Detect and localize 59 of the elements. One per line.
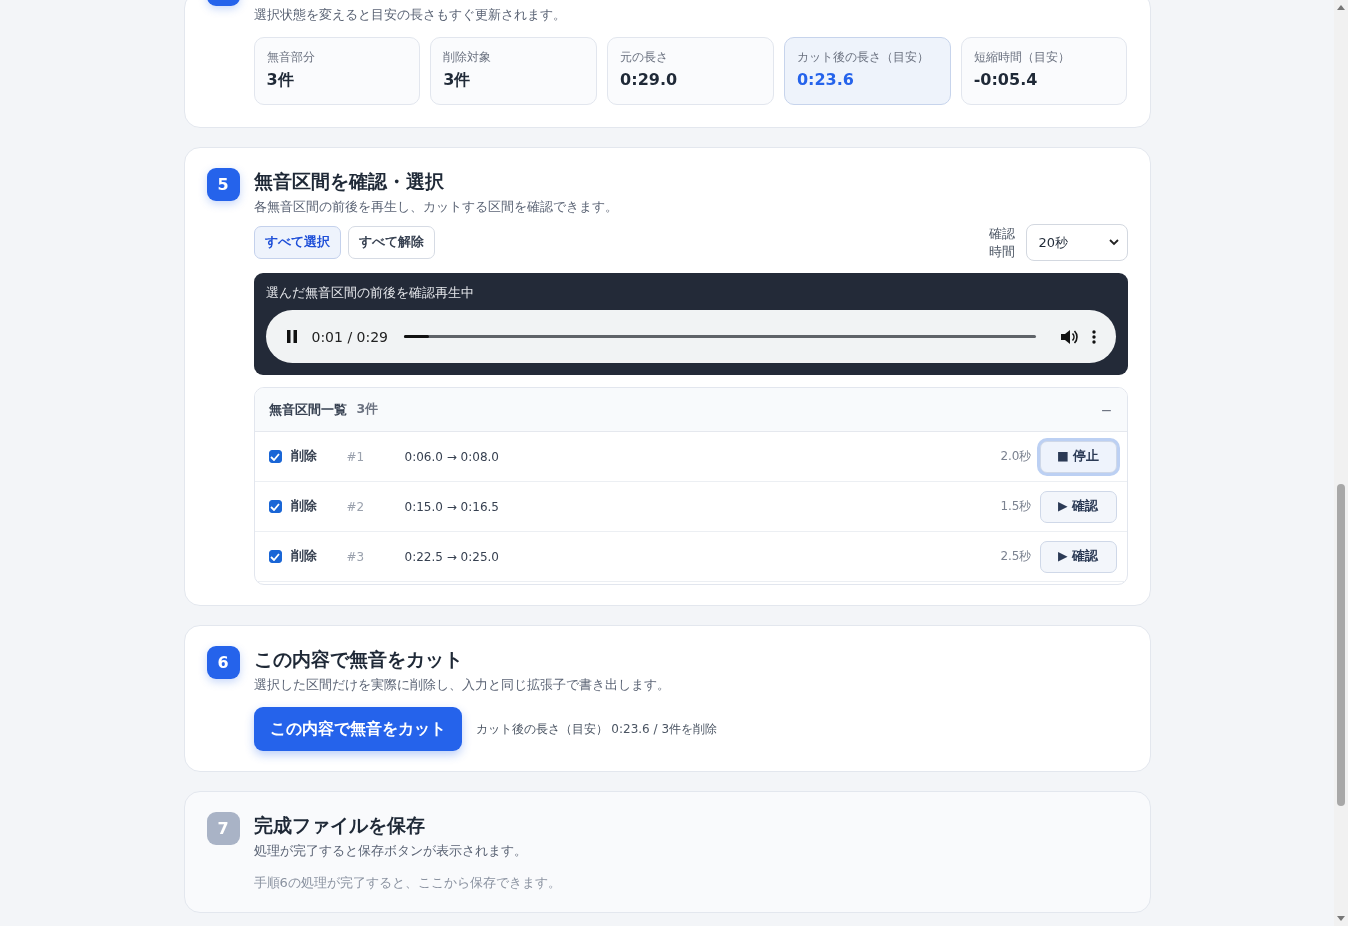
section-title: 無音区間を確認・選択	[253, 169, 445, 194]
stat-value: 0:23.6	[796, 70, 855, 89]
segment-length: 1.5秒	[1000, 498, 1032, 515]
checkbox[interactable]	[268, 450, 282, 463]
row-index: #1	[346, 449, 366, 464]
row-index: #2	[346, 499, 366, 514]
player-caption: 選んだ無音区間の前後を確認再生中	[265, 285, 475, 301]
select-button[interactable]: すべて選択	[253, 226, 341, 259]
section-title: 完成ファイルを保存	[253, 813, 426, 838]
scroll-down-icon[interactable]	[1337, 916, 1345, 922]
stat-value: 0:29.0	[620, 70, 679, 89]
preview-button[interactable]: ▶ 確認	[1039, 490, 1117, 523]
chevron-down-icon	[1108, 239, 1119, 246]
cut-summary: カット後の長さ（目安） 0:23.6 / 3件を削除	[475, 720, 718, 738]
stat-label: 無音部分	[266, 50, 316, 65]
stat-value: 3件	[266, 70, 295, 91]
select-button[interactable]: すべて解除	[347, 226, 435, 259]
stat-label: 削除対象	[443, 50, 493, 65]
step-badge: 7	[206, 812, 240, 845]
pause-icon[interactable]	[285, 330, 298, 343]
stat-value: -0:05.4	[973, 70, 1039, 89]
scrollbar-thumb[interactable]	[1337, 484, 1345, 806]
step-badge: 6	[206, 646, 240, 679]
segment-length: 2.0秒	[1000, 448, 1032, 465]
more-icon[interactable]	[1091, 329, 1096, 344]
section-description: 各無音区間の前後を再生し、カットする区間を確認できます。	[253, 198, 619, 216]
stat-label: 短縮時間（目安）	[973, 50, 1071, 65]
volume-icon[interactable]	[1059, 328, 1078, 345]
preview-button[interactable]: ▶ 確認	[1039, 540, 1117, 573]
section-description: 処理が完了すると保存ボタンが表示されます。	[253, 842, 528, 860]
section-description: 選択した区間だけを実際に削除し、入力と同じ拡張子で書き出します。	[253, 676, 671, 694]
collapse-toggle[interactable]: −	[1100, 401, 1113, 418]
section-description: 選択状態を変えると目安の長さもすぐ更新されます。	[253, 6, 567, 24]
row-action: 削除	[290, 498, 318, 515]
checkbox[interactable]	[268, 550, 282, 563]
stat-label: 元の長さ	[620, 50, 670, 65]
row-index: #3	[346, 549, 366, 564]
row-action: 削除	[290, 448, 318, 465]
duration-select[interactable]: 20秒	[1025, 224, 1128, 261]
cut-button[interactable]: この内容で無音をカット	[253, 707, 462, 751]
time-range: 0:15.0 → 0:16.5	[404, 499, 499, 514]
seek-bar[interactable]	[404, 335, 1036, 338]
section-title: この内容で無音をカット	[253, 647, 464, 672]
checkbox[interactable]	[268, 500, 282, 513]
duration-label: 確認時間	[989, 224, 1016, 261]
preview-button[interactable]: ■ 停止	[1039, 440, 1117, 473]
step-badge: 5	[206, 168, 240, 201]
stat-value: 3件	[443, 70, 472, 91]
list-title: 無音区間一覧	[268, 400, 347, 419]
playback-time: 0:01 / 0:29	[311, 328, 388, 345]
scrollbar[interactable]	[1334, 0, 1348, 926]
list-count: 3件	[356, 401, 379, 418]
row-action: 削除	[290, 548, 318, 565]
segment-length: 2.5秒	[1000, 548, 1032, 565]
save-note: 手順6の処理が完了すると、ここから保存できます。	[253, 874, 562, 892]
scroll-up-icon[interactable]	[1337, 4, 1345, 10]
stat-label: カット後の長さ（目安）	[796, 50, 930, 65]
time-range: 0:22.5 → 0:25.0	[404, 549, 499, 564]
time-range: 0:06.0 → 0:08.0	[404, 449, 499, 464]
